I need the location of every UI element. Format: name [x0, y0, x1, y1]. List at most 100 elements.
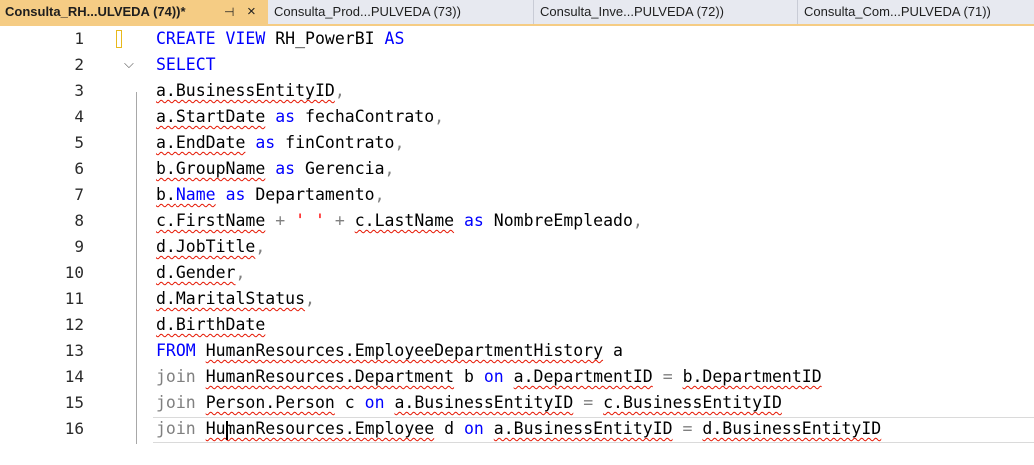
code-text[interactable]: b.Name as Departamento, — [156, 182, 385, 208]
code-text[interactable]: join HumanResources.Employee d on a.Busi… — [156, 416, 881, 442]
code-line[interactable]: 14 join HumanResources.Department b on a.… — [0, 364, 1034, 390]
code-token: d.BirthDate — [156, 315, 266, 334]
code-text[interactable]: d.JobTitle, — [156, 234, 265, 260]
code-line[interactable]: 9 d.JobTitle, — [0, 234, 1034, 260]
code-token: c — [334, 393, 365, 412]
code-token: d.BusinessEntityID — [702, 419, 882, 438]
code-token: on — [364, 393, 385, 412]
code-text[interactable]: d.Gender, — [156, 260, 245, 286]
code-token: + — [275, 211, 286, 230]
code-token: d.MaritalStatus — [156, 289, 306, 308]
code-token: b.DepartmentID — [682, 367, 822, 386]
code-token: Gerencia — [295, 159, 385, 178]
code-token: b.GroupName — [156, 159, 266, 178]
code-line[interactable]: 10 d.Gender, — [0, 260, 1034, 286]
code-text[interactable]: join Person.Person c on a.BusinessEntity… — [156, 390, 782, 416]
code-token: c.LastName — [354, 211, 455, 230]
line-number: 11 — [64, 289, 84, 308]
close-icon[interactable]: × — [247, 0, 256, 24]
sql-code-editor[interactable]: 1 CREATE VIEW RH_PowerBI AS 2 ⌵ SELECT 3 a.Bus… — [0, 26, 1034, 465]
code-text[interactable]: FROM HumanResources.EmployeeDepartmentHi… — [156, 338, 623, 364]
code-token: = — [682, 419, 693, 438]
code-line[interactable]: 2 ⌵ SELECT — [0, 52, 1034, 78]
code-token: CREATE — [156, 29, 216, 48]
code-text[interactable]: SELECT — [156, 52, 216, 78]
code-text[interactable]: c.FirstName + ' ' + c.LastName as Nombre… — [156, 208, 643, 234]
tab-label: Consulta_Prod...PULVEDA (73)) — [274, 4, 461, 19]
code-token: RH_PowerBI — [265, 29, 385, 48]
code-text[interactable]: d.BirthDate — [156, 312, 265, 338]
code-token: HumanResources.Employee — [205, 419, 435, 438]
tab-label: Consulta_Inve...PULVEDA (72)) — [540, 4, 725, 19]
code-line[interactable]: 13 FROM HumanResources.EmployeeDepartment… — [0, 338, 1034, 364]
code-token: d.Gender — [156, 263, 236, 282]
code-token: , — [255, 237, 266, 256]
pin-icon[interactable]: ⊣ — [224, 0, 234, 24]
code-token: Name — [175, 185, 216, 204]
code-line[interactable]: 15 join Person.Person c on a.BusinessEnti… — [0, 390, 1034, 416]
line-number: 7 — [74, 185, 84, 204]
code-text[interactable]: b.GroupName as Gerencia, — [156, 156, 394, 182]
chevron-down-icon[interactable]: ⌵ — [124, 52, 134, 78]
code-line[interactable]: 16 join HumanResources.Employee d on a.Bu… — [0, 416, 1034, 442]
code-token: a.BusinessEntityID — [156, 81, 335, 100]
line-number: 9 — [74, 237, 84, 256]
text-caret — [226, 421, 228, 440]
code-text[interactable]: d.MaritalStatus, — [156, 286, 315, 312]
code-line[interactable]: 4 a.StartDate as fechaContrato, — [0, 104, 1034, 130]
code-token: Person.Person — [205, 393, 335, 412]
document-tab-strip: Consulta_RH...ULVEDA (74))* ⊣ × Consulta… — [0, 0, 1034, 26]
code-token: , — [235, 263, 246, 282]
line-number: 5 — [74, 133, 84, 152]
code-line[interactable]: 7 b.Name as Departamento, — [0, 182, 1034, 208]
code-token: SELECT — [156, 55, 216, 74]
code-token: b — [454, 367, 484, 386]
code-line[interactable]: 6 b.GroupName as Gerencia, — [0, 156, 1034, 182]
code-token: HumanResources.EmployeeDepartmentHistory — [205, 341, 604, 360]
code-token: = — [583, 393, 594, 412]
code-token: Departamento — [245, 185, 375, 204]
code-text[interactable]: a.BusinessEntityID, — [156, 78, 345, 104]
code-line[interactable]: 5 a.EndDate as finContrato, — [0, 130, 1034, 156]
code-line[interactable]: 8 c.FirstName + ' ' + c.LastName as Nombr… — [0, 208, 1034, 234]
code-text[interactable]: CREATE VIEW RH_PowerBI AS — [156, 26, 404, 52]
line-number: 10 — [64, 263, 84, 282]
code-token: , — [374, 185, 385, 204]
code-token: ' ' — [295, 211, 325, 230]
tab-consulta-prod[interactable]: Consulta_Prod...PULVEDA (73)) — [268, 0, 534, 24]
tab-consulta-com[interactable]: Consulta_Com...PULVEDA (71)) — [798, 0, 1034, 24]
code-line[interactable]: 3 a.BusinessEntityID, — [0, 78, 1034, 104]
tab-consulta-inve[interactable]: Consulta_Inve...PULVEDA (72)) — [534, 0, 798, 24]
code-token: a.DepartmentID — [513, 367, 653, 386]
code-token: , — [384, 159, 395, 178]
line-number: 4 — [74, 107, 84, 126]
code-line[interactable]: 11 d.MaritalStatus, — [0, 286, 1034, 312]
code-token: , — [334, 81, 345, 100]
code-text[interactable]: a.EndDate as finContrato, — [156, 130, 404, 156]
code-text[interactable]: join HumanResources.Department b on a.De… — [156, 364, 822, 390]
code-line[interactable]: 1 CREATE VIEW RH_PowerBI AS — [0, 26, 1034, 52]
code-line[interactable]: 12 d.BirthDate — [0, 312, 1034, 338]
code-text[interactable]: a.StartDate as fechaContrato, — [156, 104, 444, 130]
line-number: 12 — [64, 315, 84, 334]
tab-consulta-rh[interactable]: Consulta_RH...ULVEDA (74))* ⊣ × — [0, 0, 268, 24]
code-token: + — [334, 211, 345, 230]
code-token: NombreEmpleado — [483, 211, 633, 230]
code-token: join — [156, 367, 196, 386]
code-token: a.BusinessEntityID — [394, 393, 574, 412]
